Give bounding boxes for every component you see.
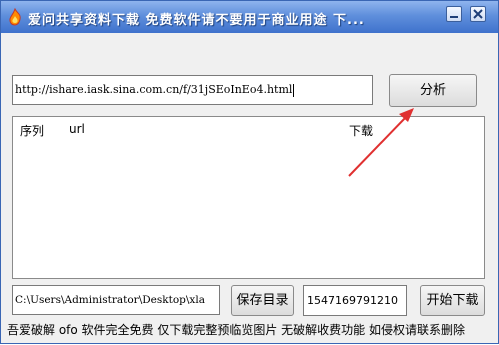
id-input[interactable]: 1547169791210 [303, 285, 407, 316]
title-bar: 爱问共享资料下载 免费软件请不要用于商业用途 下... [1, 1, 498, 33]
analyze-button[interactable]: 分析 [389, 74, 477, 107]
list-header: 序列 url 下载 [13, 117, 484, 141]
column-header-download[interactable]: 下载 [349, 122, 373, 139]
fire-icon [6, 7, 24, 26]
start-download-button[interactable]: 开始下载 [420, 285, 485, 316]
id-input-value: 1547169791210 [307, 294, 398, 307]
save-directory-button[interactable]: 保存目录 [231, 285, 294, 316]
url-input-value: http://ishare.iask.sina.com.cn/f/31jSEoI… [15, 83, 293, 96]
save-path-value: C:\Users\Administrator\Desktop\xla [15, 294, 205, 306]
column-header-sequence[interactable]: 序列 [20, 122, 44, 139]
url-input[interactable]: http://ishare.iask.sina.com.cn/f/31jSEoI… [12, 75, 373, 105]
save-path-input[interactable]: C:\Users\Administrator\Desktop\xla [12, 285, 220, 315]
window-title: 爱问共享资料下载 免费软件请不要用于商业用途 下... [28, 13, 365, 28]
minimize-button[interactable] [446, 6, 462, 22]
text-caret [293, 83, 295, 97]
close-button[interactable] [470, 6, 486, 22]
minimize-icon [450, 16, 458, 18]
main-window: 爱问共享资料下载 免费软件请不要用于商业用途 下... http://ishar… [0, 0, 499, 344]
status-text: 吾爱破解 ofo 软件完全免费 仅下载完整预临览图片 无破解收费功能 如侵权请联… [7, 323, 465, 337]
download-list[interactable]: 序列 url 下载 [12, 116, 485, 279]
column-header-url[interactable]: url [69, 122, 85, 136]
close-icon [473, 9, 483, 19]
